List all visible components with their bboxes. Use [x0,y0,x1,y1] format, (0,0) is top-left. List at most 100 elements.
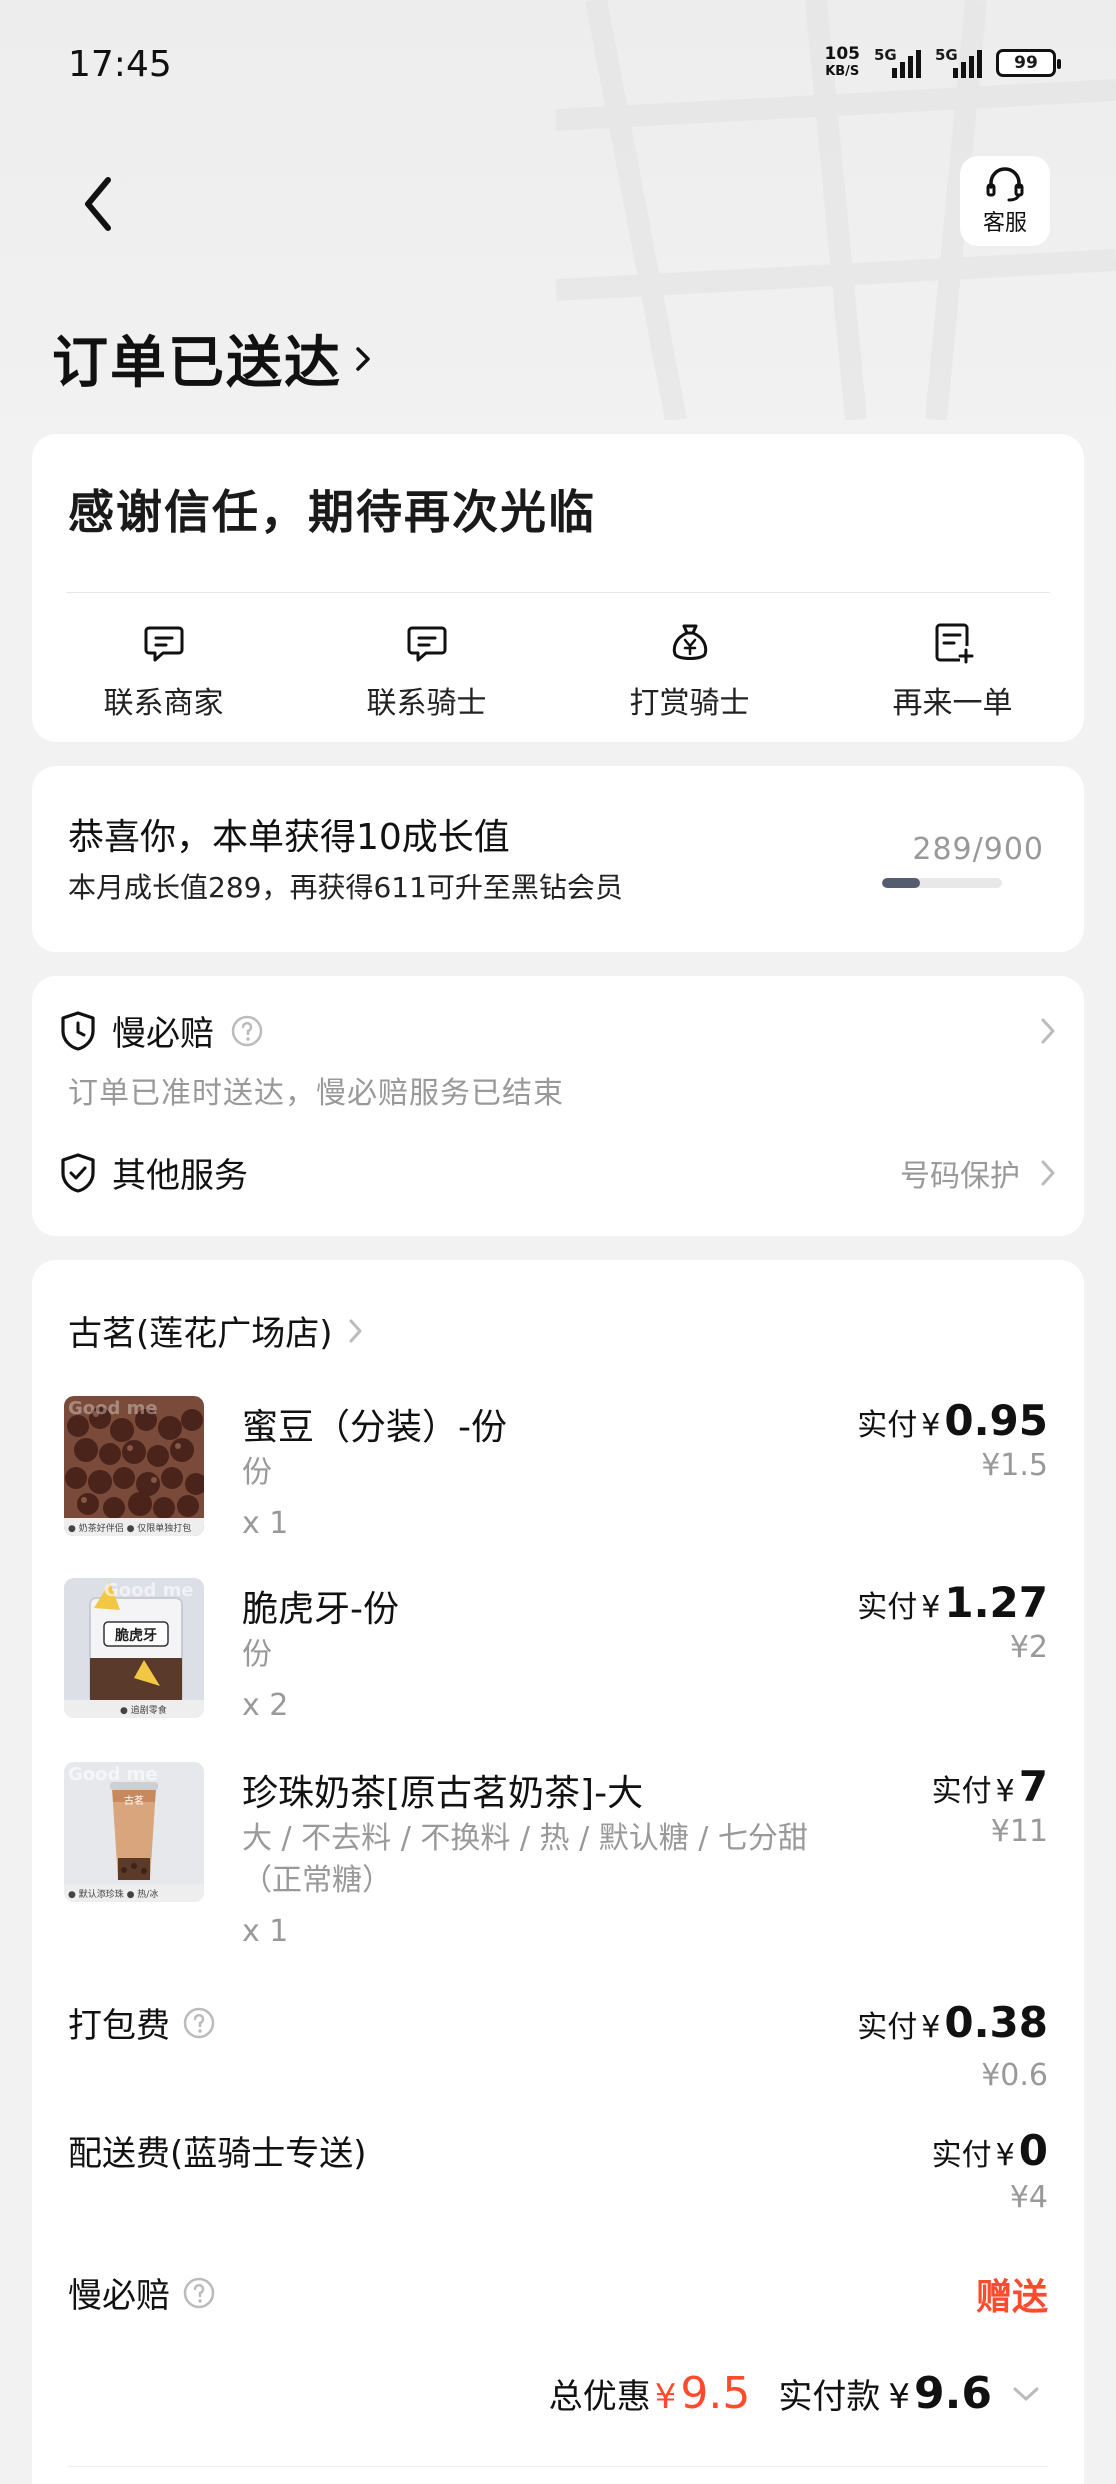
currency: ¥ [995,2138,1015,2173]
order-status-title[interactable]: 订单已送达 [52,318,374,399]
item-name: 蜜豆（分装）-份 [242,1407,507,1448]
item-quantity: x 2 [242,1688,289,1723]
currency: ¥ [654,2377,677,2417]
item-paid: 实付 ¥ 0.95 [857,1396,1048,1445]
item-spec: 份 [242,1455,272,1490]
fee-name: 打包费 [68,1998,216,2047]
help-icon[interactable] [182,2006,216,2040]
shop-name: 古茗(莲花广场店) [68,1314,333,1354]
total-paid-label: 实付款 [778,2377,881,2417]
total-discount-label: 总优惠 [548,2377,651,2417]
shop-name-link[interactable]: 古茗(莲花广场店) [68,1306,365,1355]
paid-label: 实付 [931,1774,992,1809]
original-price: ¥11 [990,1814,1048,1849]
delivery-fee-row: 配送费(蓝骑士专送) 实付 ¥ 0 ¥4 [68,2126,1048,2226]
chevron-right-icon [349,1319,362,1342]
paid-amount: 1.27 [944,1578,1048,1627]
fee-name: 配送费(蓝骑士专送) [68,2126,367,2175]
thumbnail-badge: ● 奶茶好伴侣 ● 仅限单独打包 [68,1524,192,1534]
number-protection-label: 号码保护 [900,1158,1020,1194]
thumbnail-watermark: Good me [104,1580,194,1601]
thumbnail-watermark: Good me [68,1398,158,1419]
total-paid-amount: 9.6 [914,2368,992,2419]
headset-icon [986,167,1024,202]
battery-level: 99 [1014,53,1038,73]
total-discount-amount: 9.5 [680,2368,751,2419]
customer-service-button[interactable]: 客服 [960,156,1050,246]
paid-label: 实付 [857,2010,918,2045]
paid-amount: 0 [1018,2126,1048,2175]
gift-badge: 赠送 [975,2277,1048,2318]
thumbnail-badge: ● 追剧零食 [120,1706,167,1716]
chevron-right-icon [356,346,370,371]
action-label: 打赏骑士 [629,686,750,721]
fee-name: 慢必赔 [68,2268,216,2317]
help-icon[interactable] [182,2276,216,2310]
fee-paid: 实付 ¥ 0.38 [857,1998,1048,2047]
chat-icon [144,626,183,662]
paid-label: 实付 [857,1408,918,1443]
item-spec: 份 [242,1637,272,1672]
growth-progress-fill [882,878,921,888]
order-item[interactable]: 脆虎牙 Good me ● 追剧零食 脆虎牙-份 份 x 2 实付 ¥ 1.27… [64,1578,1048,1728]
chevron-right-icon [1041,1018,1055,1043]
order-total[interactable]: 总优惠 ¥ 9.5 实付款 ¥ 9.6 [549,2368,1042,2419]
growth-progress-bar [882,878,1002,888]
tip-rider-button[interactable]: 打赏骑士 [558,620,821,722]
back-button[interactable] [72,168,132,238]
contact-rider-button[interactable]: 联系骑士 [295,620,558,722]
item-thumbnail: 脆虎牙 Good me ● 追剧零食 [64,1578,204,1718]
signal-icon: 5G [874,46,921,78]
order-item[interactable]: 古茗 Good me ● 默认添珍珠 ● 热/冰 珍珠奶茶[原古茗奶茶]-大 大… [64,1762,1048,1962]
growth-subtitle: 本月成长值289，再获得611可升至黑钻会员 [68,871,623,904]
fee-paid: 实付 ¥ 0 [932,2126,1048,2175]
original-price: ¥0.6 [981,2058,1048,2093]
item-name: 珍珠奶茶[原古茗奶茶]-大 [242,1773,644,1814]
row-right [1038,1014,1058,1048]
battery-icon: 99 [996,49,1061,77]
money-bag-icon [672,624,707,660]
shield-check-icon [61,1152,95,1193]
growth-card[interactable]: 恭喜你，本单获得10成长值 本月成长值289，再获得611可升至黑钻会员 289… [32,766,1084,952]
row-right: 号码保护 [900,1151,1058,1195]
paid-amount: 7 [1018,1762,1048,1811]
order-detail-card: 古茗(莲花广场店) Good me ● 奶茶好伴侣 ● 仅限单独打包 蜜豆（分装… [32,1260,1084,2484]
item-name: 脆虎牙-份 [242,1589,399,1630]
help-icon[interactable] [230,1014,264,1048]
paid-label: 实付 [931,2138,992,2173]
item-quantity: x 1 [242,1914,289,1949]
thanks-card: 感谢信任，期待再次光临 联系商家 联系骑士 打赏骑士 再来一单 [32,434,1084,742]
customer-service-label: 客服 [982,211,1027,236]
slow-compensation-row[interactable]: 慢必赔 [58,1006,1058,1055]
action-label: 联系商家 [103,686,224,721]
growth-title: 恭喜你，本单获得10成长值 [68,817,510,858]
packing-fee-label: 打包费 [68,2006,170,2046]
currency: ¥ [921,2010,941,2045]
paid-label: 实付 [857,1590,918,1625]
slow-compensation-fee-row: 慢必赔 赠送 [68,2268,1048,2328]
currency: ¥ [921,1408,941,1443]
order-status-text: 订单已送达 [52,331,342,396]
signal-label: 5G [935,46,958,64]
order-item[interactable]: Good me ● 奶茶好伴侣 ● 仅限单独打包 蜜豆（分装）-份 份 x 1 … [64,1396,1048,1546]
contact-merchant-button[interactable]: 联系商家 [32,620,295,722]
thumbnail-watermark: Good me [68,1764,158,1785]
reorder-icon [935,623,973,664]
delivery-fee-label: 配送费(蓝骑士专送) [68,2134,367,2174]
other-services-row[interactable]: 其他服务 号码保护 [58,1148,1058,1197]
item-paid: 实付 ¥ 1.27 [857,1578,1048,1627]
network-speed: 105 KB/S [825,46,861,80]
item-thumbnail: Good me ● 奶茶好伴侣 ● 仅限单独打包 [64,1396,204,1536]
divider [66,592,1050,593]
original-price: ¥4 [1009,2180,1048,2215]
divider [68,2466,1048,2467]
currency: ¥ [888,2377,911,2417]
currency: ¥ [995,1774,1015,1809]
snack-bag-label: 脆虎牙 [115,1628,157,1644]
signal-label: 5G [874,46,897,64]
currency: ¥ [921,1590,941,1625]
growth-progress-text: 289/900 [912,832,1044,867]
clock-shield-icon [61,1010,95,1051]
reorder-button[interactable]: 再来一单 [821,620,1084,722]
thumbnail-badge: ● 默认添珍珠 ● 热/冰 [68,1890,159,1900]
